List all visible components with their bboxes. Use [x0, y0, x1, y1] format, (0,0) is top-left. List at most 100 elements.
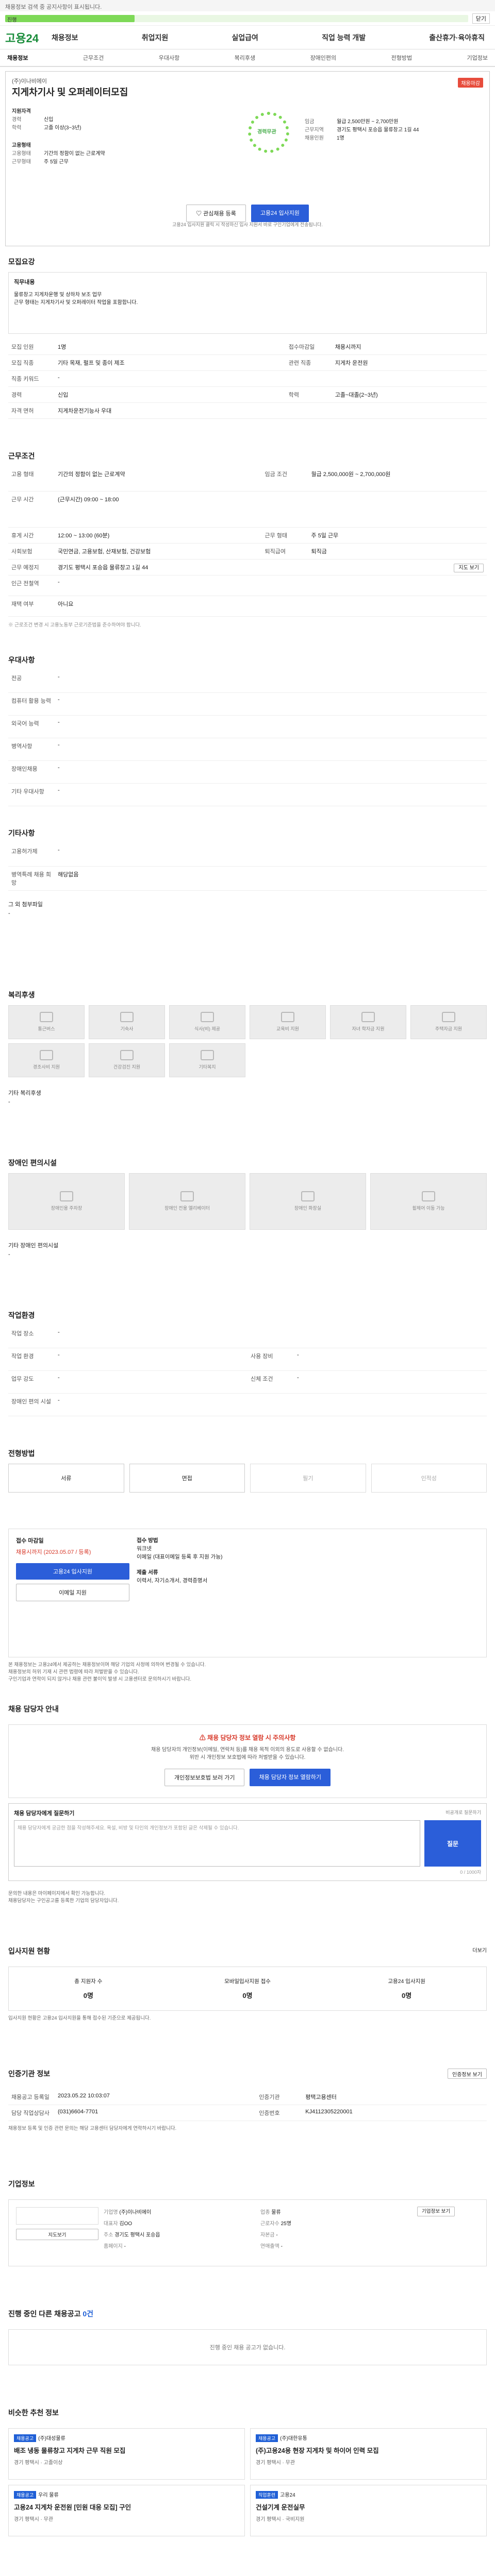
tab-disabled[interactable]: 장애인편의 [310, 54, 337, 62]
tab-prefer[interactable]: 우대사항 [159, 54, 179, 62]
process-step: 인적성 [371, 1464, 487, 1493]
cell-value: 해당없음 [55, 866, 487, 891]
cell-key: 작업 환경 [8, 1348, 55, 1371]
apply-button[interactable]: 고용24 입사지원 [251, 205, 309, 222]
apply-deadline-label: 접수 마감일 [16, 1538, 44, 1544]
site-logo[interactable]: 고용24 [5, 29, 52, 46]
progress-close-button[interactable]: 닫기 [472, 13, 490, 24]
gnb-item-leave[interactable]: 출산휴가·육아휴직 [429, 32, 485, 43]
job-title: 지게차기사 및 오퍼레이터모집 [12, 87, 128, 97]
restroom-icon [301, 1191, 315, 1201]
welfare-label: 건강검진 지원 [113, 1064, 141, 1070]
stats-more-link[interactable]: 더보기 [472, 1946, 487, 1961]
cell-key: 근무 시간 [8, 491, 55, 528]
gnb-item-benefit[interactable]: 실업급여 [232, 32, 258, 43]
similar-card[interactable]: 채용공고 우리 물류 고용24 지게차 운전원 [민원 대응 모집] 구인 경기 … [8, 2485, 245, 2536]
bullet-item: 채용담당자는 구인공고를 등록한 기업의 담당자입니다. [8, 1898, 119, 1904]
qna-submit-button[interactable]: 질문 [424, 1820, 481, 1867]
cell-value: - [55, 843, 487, 867]
label-qual: 지원자격 [12, 109, 31, 114]
elevator-icon [180, 1191, 194, 1201]
status-badge: 채용마감 [458, 78, 483, 88]
apply-right: 접수 방법 워크넷 이메일 (대표이메일 등록 후 지원 가능) 제출 서류 이… [137, 1536, 479, 1650]
cell-value: - [55, 370, 487, 387]
cell-key: 학력 [285, 386, 332, 403]
welfare-grid: 통근버스 기숙사 식사(비) 제공 교육비 지원 자녀 학자금 지원 주택자금 … [8, 1005, 487, 1077]
card-location: 경기 평택시 [14, 2517, 39, 2522]
cell-value: 경기도 평택시 포승읍 물류창고 1길 44 [55, 559, 308, 575]
gnb-item-support[interactable]: 취업지원 [142, 32, 169, 43]
ongoing-count: 0건 [82, 2310, 94, 2318]
scrap-button[interactable]: ♡ 관심채용 등록 [186, 205, 246, 222]
cell-key: 작업 장소 [8, 1325, 55, 1348]
map-button[interactable]: 지도 보기 [454, 563, 484, 572]
welfare-section: 복리후생 통근버스 기숙사 식사(비) 제공 교육비 지원 자녀 학자금 지원 … [0, 984, 495, 1110]
card-badge: 채용공고 [14, 2491, 37, 2499]
ongoing-section: 진행 중인 다른 채용공고 0건 [0, 2302, 495, 2329]
stat-item: 모바일입사지원 접수 0명 [168, 1977, 327, 2000]
qna-hint[interactable]: 비공개로 질문하기 [446, 1809, 481, 1817]
cell-value: - [55, 575, 487, 596]
stat-label: 모바일입사지원 접수 [224, 1978, 271, 1985]
qna-label: 채용 담당자에게 질문하기 [14, 1810, 75, 1817]
gnb-item-training[interactable]: 직업 능력 개발 [322, 32, 366, 43]
welfare-label: 경조사비 지원 [32, 1064, 60, 1070]
card-title: (주)고용24용 현장 지게차 및 하이어 인력 모집 [256, 2447, 379, 2454]
process-step: 서류 [8, 1464, 124, 1493]
cell-key: 자격 면허 [8, 402, 55, 419]
cell-key: 기타 우대사항 [8, 783, 55, 806]
tab-recruit[interactable]: 채용정보 [7, 54, 28, 62]
cell-value: 지게차 운전원 [332, 354, 487, 371]
cell-key: 사용 장비 [248, 1348, 294, 1371]
notice-bullets: 본 채용정보는 고용24에서 제공하는 채용정보이며 해당 기업의 사정에 의하… [0, 1657, 495, 1687]
recruit-table: 모집 인원 1명 접수마감일 채용시까지 모집 직종 기타 목재, 펄프 및 종이 제조… [8, 339, 487, 419]
table-row: 업무 강도 - 신체 조건 - [8, 1370, 487, 1394]
company-map-button[interactable]: 지도보기 [16, 2229, 98, 2240]
stat-label: 총 지원자 수 [74, 1978, 103, 1985]
qna-textarea[interactable]: 채용 담당자에게 궁금한 점을 작성해주세요. 욕설, 비방 및 타인의 개인정… [14, 1820, 420, 1867]
cell-value: 25명 [280, 2221, 291, 2227]
card-company: (주)대한유통 [280, 2436, 307, 2442]
cell-value: KJ4112305220001 [302, 2105, 487, 2121]
apply-now-button[interactable]: 고용24 입사지원 [16, 1563, 129, 1580]
gnb-item-jobs[interactable]: 채용정보 [52, 32, 78, 43]
apply-method-label: 접수 방법 [137, 1537, 158, 1544]
cell-key: 신체 조건 [248, 1370, 294, 1394]
cert-info-button[interactable]: 인증정보 보기 [448, 2069, 487, 2079]
other-table: 고용허가제 - 병역특례 채용 희망 해당없음 [8, 843, 487, 891]
welfare-item: 주택자금 지원 [410, 1005, 487, 1039]
table-row: 고용허가제 - [8, 843, 487, 867]
process-title: 전형방법 [8, 1449, 35, 1458]
cell-value: 신입 [55, 386, 286, 403]
cell-key: 근무 형태 [261, 527, 308, 544]
similar-card[interactable]: 직업훈련 고용24 건설기계 운전실무 경기 평택시 · 국비지원 [250, 2485, 487, 2536]
tab-welfare[interactable]: 복리후생 [235, 54, 255, 62]
process-steps: 서류 면접 필기 인적성 [8, 1464, 487, 1493]
gift-icon [40, 1050, 53, 1060]
process-step: 면접 [129, 1464, 245, 1493]
value-wage: 월급 2,500만원 ~ 2,700만원 [337, 119, 399, 125]
view-manager-button[interactable]: 채용 담당자 정보 열람하기 [250, 1769, 331, 1786]
welfare-label: 주택자금 지원 [435, 1026, 463, 1031]
cell-value: 기간의 정함이 없는 근로계약 [55, 466, 262, 492]
cell-value: 월급 2,500,000원 ~ 2,700,000원 [308, 466, 487, 492]
privacy-law-button[interactable]: 개인정보보호법 보러 가기 [164, 1769, 245, 1786]
duty-text: 물류창고 지게차운행 및 상하차 보조 업무 근무 형태는 지게차기사 및 오퍼… [14, 291, 481, 307]
value-location: 경기도 평택시 포승읍 물류창고 1길 44 [337, 127, 419, 133]
company-more-button[interactable]: 기업정보 보기 [417, 2207, 455, 2216]
table-row: 병역사항 - [8, 738, 487, 761]
tab-work[interactable]: 근무조건 [83, 54, 104, 62]
similar-card[interactable]: 채용공고 (주)대성물류 배조 냉동 물류창고 지게차 근무 직원 모집 경기 평… [8, 2428, 245, 2480]
card-company: (주)대성물류 [38, 2436, 65, 2442]
welfare-item: 경조사비 지원 [8, 1043, 85, 1077]
work-table: 고용 형태 기간의 정함이 없는 근로계약 임금 조건 월급 2,500,000원 ~… [8, 466, 487, 617]
table-row: 병역특례 채용 희망 해당없음 [8, 866, 487, 891]
table-row: 고용 형태 기간의 정함이 없는 근로계약 임금 조건 월급 2,500,000원 ~… [8, 466, 487, 492]
tab-process[interactable]: 전형방법 [391, 54, 412, 62]
welfare-label: 교육비 지원 [276, 1026, 299, 1031]
global-nav: 채용정보 취업지원 실업급여 직업 능력 개발 출산휴가·육아휴직 [52, 32, 490, 43]
similar-card[interactable]: 채용공고 (주)대한유통 (주)고용24용 현장 지게차 및 하이어 인력 모집 … [250, 2428, 487, 2480]
tab-company[interactable]: 기업정보 [467, 54, 487, 62]
email-apply-button[interactable]: 이메일 지원 [16, 1584, 129, 1601]
prefer-section: 우대사항 전공 - 컴퓨터 활용 능력 - 외국어 능력 - 병역사항 - 장애인채용 -… [0, 649, 495, 812]
